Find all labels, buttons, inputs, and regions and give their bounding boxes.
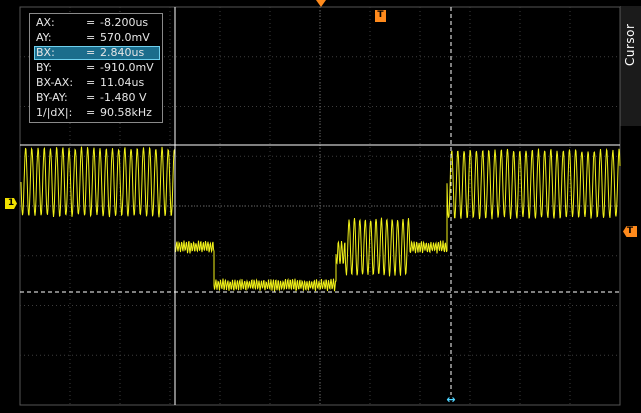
- readout-value: 90.58kHz: [100, 106, 152, 119]
- readout-equals: =: [86, 61, 96, 74]
- readout-row-ay: AY: = 570.0mV: [30, 30, 162, 45]
- readout-equals: =: [86, 46, 96, 59]
- readout-equals: =: [86, 16, 96, 29]
- readout-equals: =: [86, 31, 96, 44]
- readout-value: 570.0mV: [100, 31, 150, 44]
- readout-equals: =: [86, 91, 96, 104]
- cursor-menu-label: Cursor: [623, 23, 637, 66]
- trigger-position-icon[interactable]: [316, 0, 326, 7]
- readout-label: BY:: [36, 61, 52, 74]
- readout-value: -1.480 V: [100, 91, 147, 104]
- readout-row-bx[interactable]: BX: = 2.840us: [30, 45, 162, 60]
- readout-label: BY-AY:: [36, 91, 68, 104]
- readout-row-inverse-dx: 1/|dX|: = 90.58kHz: [30, 105, 162, 120]
- readout-label: AX:: [36, 16, 55, 29]
- readout-row-bx-ax: BX-AX: = 11.04us: [30, 75, 162, 90]
- oscilloscope-display: AX: = -8.200us AY: = 570.0mV BX: = 2.840…: [0, 0, 641, 413]
- readout-equals: =: [86, 106, 96, 119]
- readout-value: 11.04us: [100, 76, 145, 89]
- cursor-bx-handle-icon[interactable]: ↔: [444, 394, 458, 405]
- readout-label: AY:: [36, 31, 52, 44]
- readout-label: 1/|dX|:: [36, 106, 73, 119]
- readout-value: -8.200us: [100, 16, 149, 29]
- trigger-time-marker[interactable]: T: [375, 10, 386, 22]
- readout-equals: =: [86, 76, 96, 89]
- readout-row-by-ay: BY-AY: = -1.480 V: [30, 90, 162, 105]
- readout-value: -910.0mV: [100, 61, 154, 74]
- readout-label: BX-AX:: [36, 76, 74, 89]
- readout-label: BX:: [36, 46, 55, 59]
- readout-row-by: BY: = -910.0mV: [30, 60, 162, 75]
- cursor-readout-panel: AX: = -8.200us AY: = 570.0mV BX: = 2.840…: [29, 13, 163, 123]
- cursor-menu-tab[interactable]: Cursor: [620, 6, 641, 126]
- readout-row-ax: AX: = -8.200us: [30, 15, 162, 30]
- readout-value: 2.840us: [100, 46, 145, 59]
